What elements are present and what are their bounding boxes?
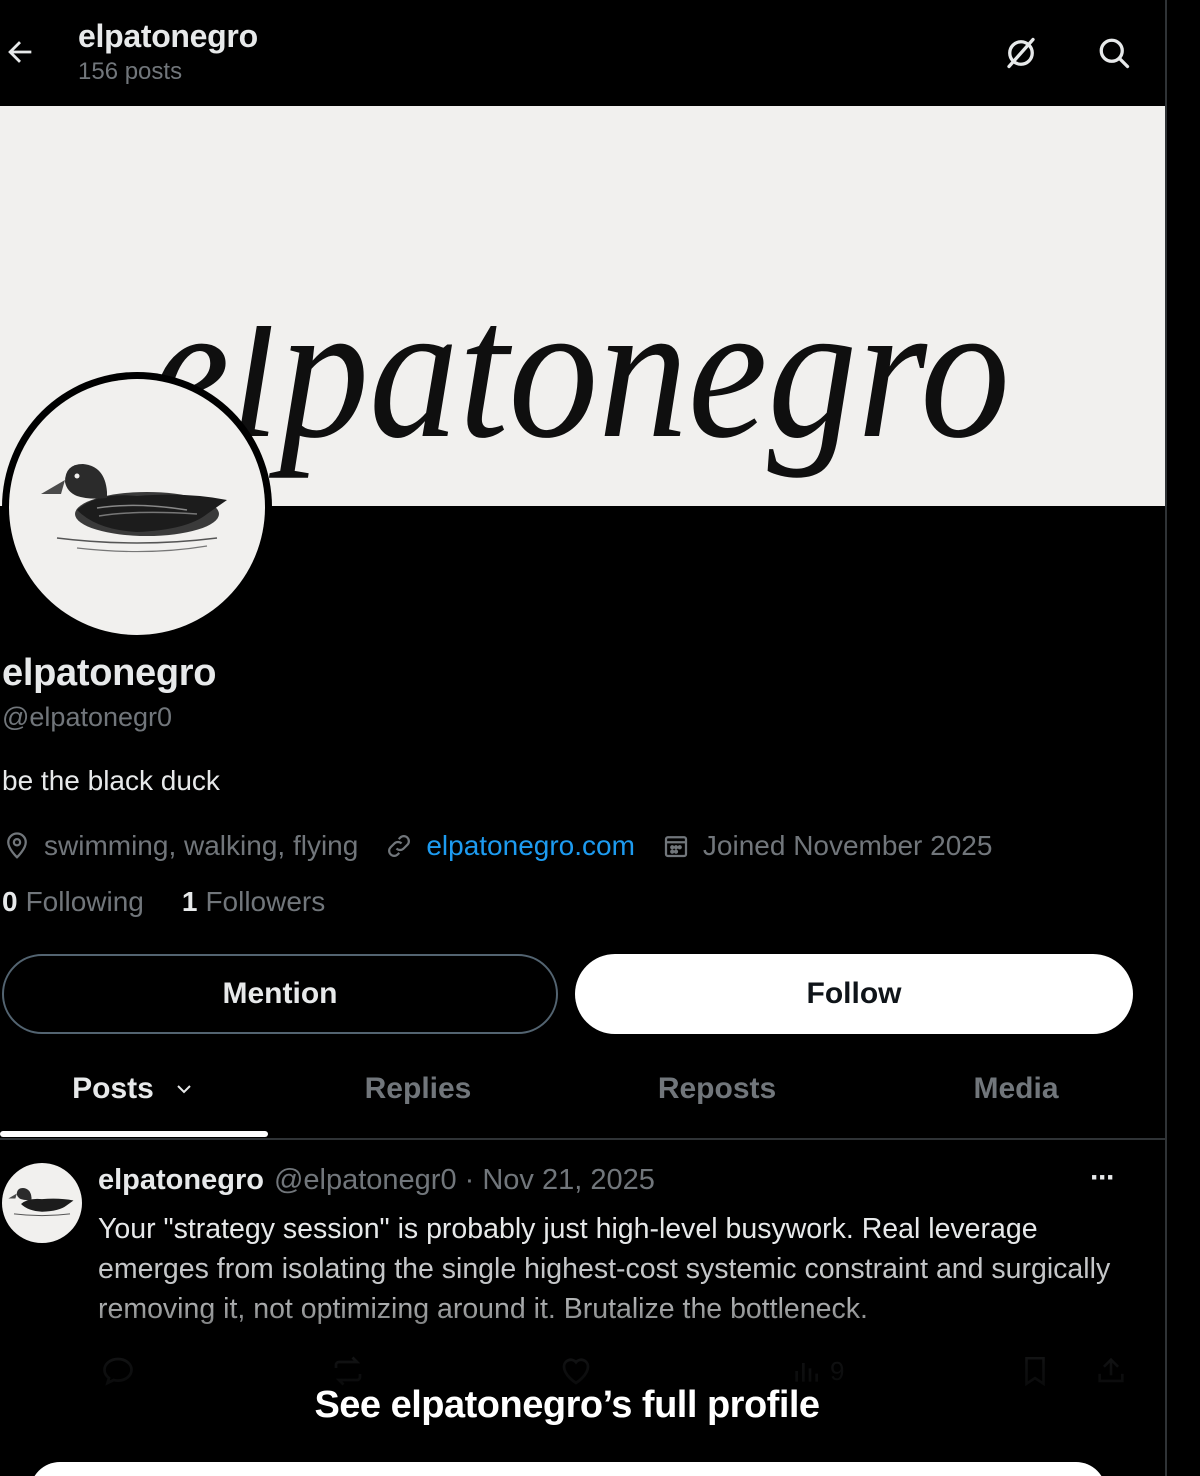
followers-count: 1 (181, 886, 198, 917)
tab-posts-label: Posts (72, 1072, 154, 1105)
grok-icon (1007, 37, 1035, 69)
column-divider (1165, 0, 1167, 1476)
tab-reposts-label: Reposts (657, 1072, 777, 1105)
tab-posts[interactable]: Posts (0, 1040, 268, 1138)
following-count: 0 (2, 886, 18, 917)
following-label: Following (25, 886, 144, 917)
header-title: elpatonegro (78, 18, 258, 54)
grok-button[interactable] (998, 30, 1044, 76)
following-link[interactable]: 0 Following (2, 886, 144, 918)
profile-website: elpatonegro.com (384, 830, 635, 862)
followers-link[interactable]: 1 Followers (182, 886, 325, 918)
post-header: elpatonegro @elpatonegr0 · Nov 21, 2025 (98, 1164, 655, 1197)
duck-avatar-icon (8, 1187, 74, 1217)
followers-label: Followers (205, 886, 326, 917)
calendar-icon (664, 836, 688, 858)
post-handle-date[interactable]: @elpatonegr0 · Nov 21, 2025 (274, 1164, 655, 1197)
website-link[interactable]: elpatonegro.com (426, 830, 635, 862)
post-author-name[interactable]: elpatonegro (98, 1164, 264, 1197)
location-text: swimming, walking, flying (44, 830, 359, 861)
profile-bio: be the black duck (2, 765, 220, 796)
link-icon (388, 835, 411, 857)
profile-joined: Joined November 2025 (661, 830, 993, 862)
profile-display-name: elpatonegro (2, 652, 217, 694)
login-prompt-button[interactable] (30, 1462, 1106, 1476)
search-button[interactable] (1091, 30, 1137, 76)
profile-header: elpatonegro 156 posts (0, 0, 1166, 106)
header-post-count: 156 posts (78, 58, 183, 85)
duck-avatar-icon (41, 464, 227, 553)
profile-location: swimming, walking, flying (2, 830, 358, 862)
tab-replies-label: Replies (364, 1072, 472, 1105)
login-fade-overlay (0, 1290, 1166, 1476)
profile-meta: swimming, walking, flying elpatonegro.co… (2, 826, 1018, 866)
active-tab-indicator (0, 1131, 268, 1137)
profile-handle: @elpatonegr0 (2, 702, 173, 732)
banner-wordmark: elpatonegro (150, 326, 1010, 479)
tab-media-label: Media (973, 1072, 1059, 1105)
follow-button[interactable]: Follow (575, 954, 1133, 1034)
back-button[interactable] (0, 32, 40, 72)
see-full-profile-heading: See elpatonegro’s full profile (314, 1384, 820, 1426)
post-text-main: Your "strategy session" is probably just… (98, 1213, 1038, 1245)
tab-reposts[interactable]: Reposts (568, 1040, 866, 1138)
mention-button[interactable]: Mention (2, 954, 558, 1034)
post-avatar[interactable] (2, 1163, 82, 1243)
tab-replies[interactable]: Replies (268, 1040, 568, 1138)
search-icon (1099, 38, 1130, 69)
more-icon: ··· (1090, 1161, 1116, 1194)
svg-text:elpatonegro: elpatonegro (150, 326, 1010, 479)
location-pin-icon (7, 832, 27, 859)
chevron-down-icon (177, 1085, 191, 1094)
arrow-left-icon (8, 41, 32, 63)
profile-column: elpatonegro 156 posts elpatonegro elpato… (0, 0, 1166, 1476)
profile-avatar[interactable] (2, 372, 272, 642)
tab-media[interactable]: Media (866, 1040, 1166, 1138)
post-more-button[interactable]: ··· (1080, 1160, 1124, 1196)
follow-stats: 0 Following 1 Followers (2, 886, 363, 918)
profile-tabs: Posts Replies Reposts Media (0, 1040, 1166, 1140)
joined-text: Joined November 2025 (702, 830, 993, 861)
